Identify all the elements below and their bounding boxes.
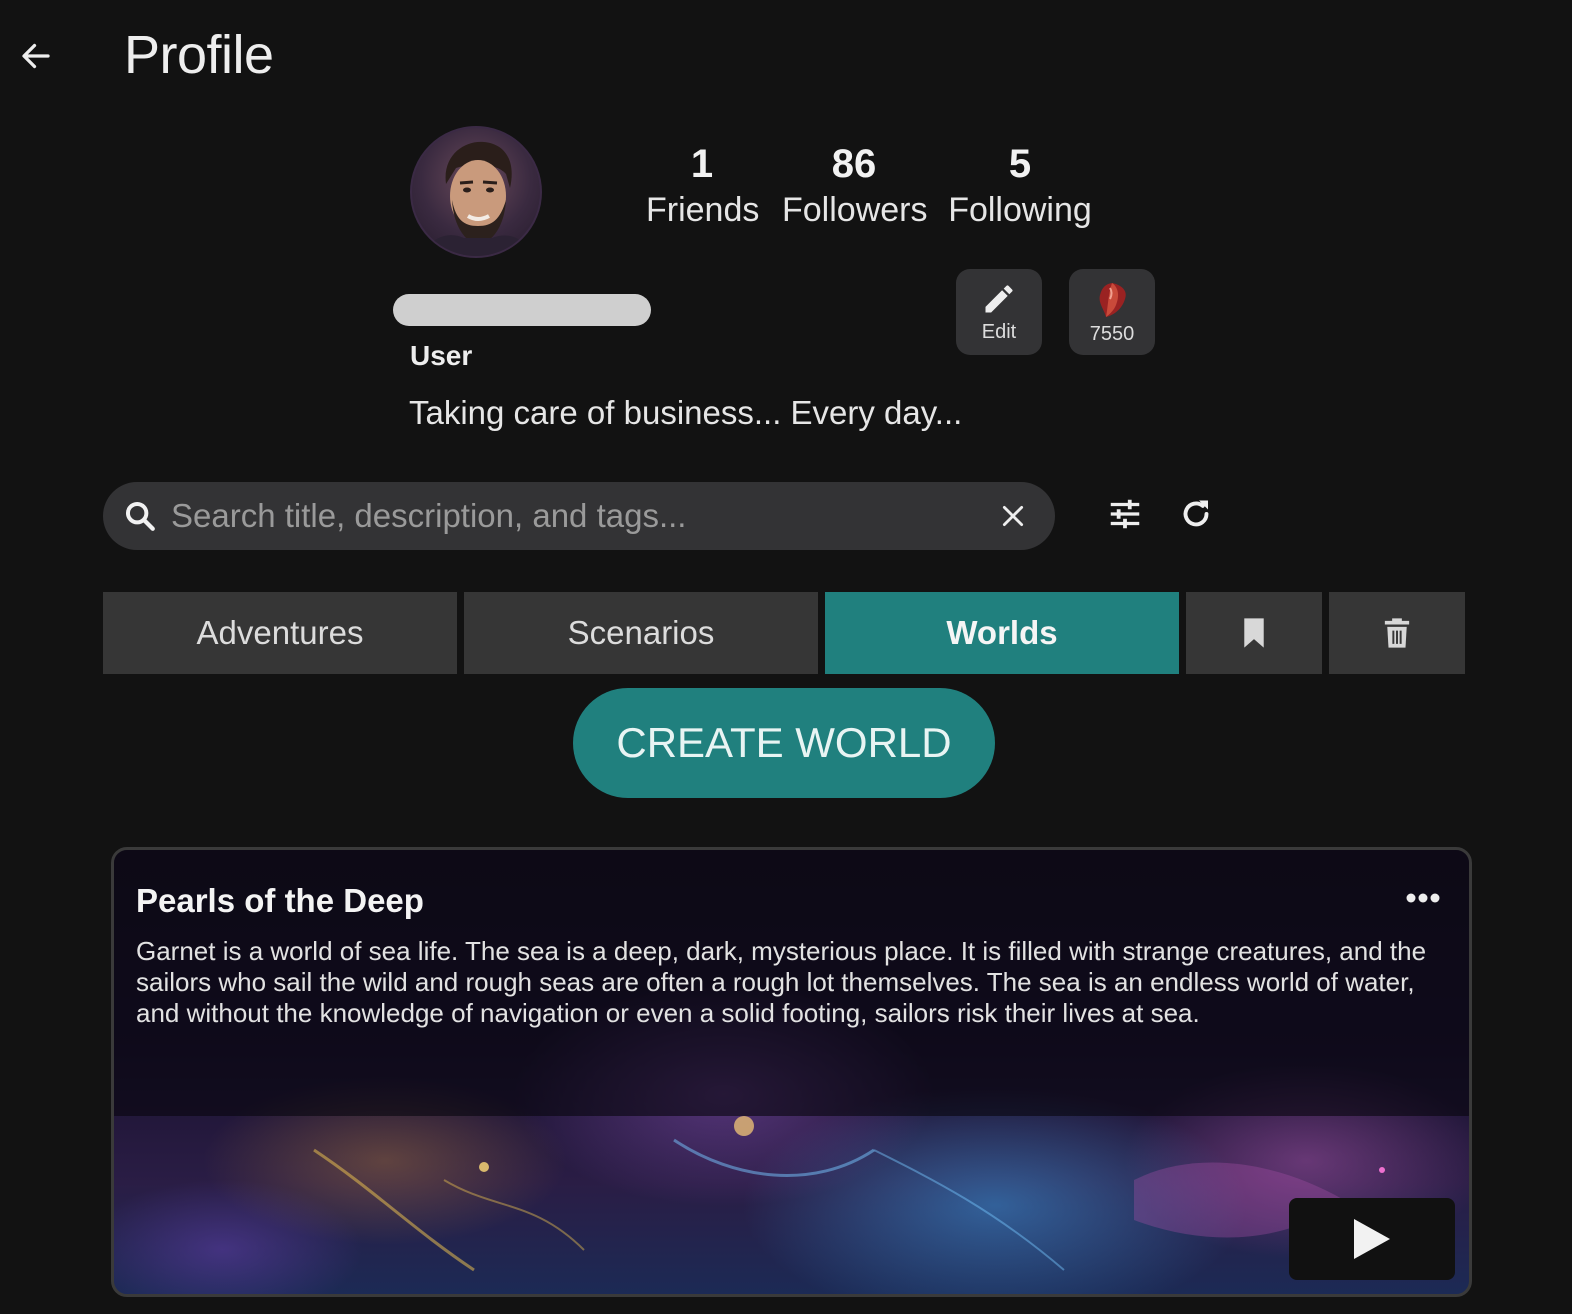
currency-button[interactable]: 7550 xyxy=(1069,269,1155,355)
edit-profile-button[interactable]: Edit xyxy=(956,269,1042,355)
bookmark-icon xyxy=(1244,618,1264,648)
stat-label: Following xyxy=(948,191,1092,229)
page-title: Profile xyxy=(124,25,274,85)
stat-followers[interactable]: 86 Followers xyxy=(782,142,928,232)
user-avatar-icon xyxy=(422,141,532,256)
trash-icon xyxy=(1384,618,1410,648)
gem-icon xyxy=(1099,282,1126,317)
profile-page: Profile 1 Friends 86 Followers 5 Followi… xyxy=(0,0,1572,1314)
currency-value: 7550 xyxy=(1089,322,1135,345)
stat-value: 5 xyxy=(1008,142,1032,186)
refresh-icon xyxy=(1183,500,1209,527)
pencil-icon xyxy=(985,284,1013,312)
search-bar xyxy=(103,482,1055,550)
card-description: Garnet is a world of sea life. The sea i… xyxy=(136,936,1427,1028)
card-title: Pearls of the Deep xyxy=(136,882,424,919)
tab-trash[interactable] xyxy=(1329,592,1465,674)
user-role: User xyxy=(410,340,473,371)
back-button[interactable] xyxy=(14,34,58,78)
stat-value: 86 xyxy=(831,142,877,186)
ellipsis-icon xyxy=(1406,893,1440,903)
more-options-button[interactable] xyxy=(1403,888,1443,908)
search-icon xyxy=(123,499,157,533)
play-icon xyxy=(1354,1219,1390,1259)
arrow-left-icon xyxy=(22,43,50,69)
play-button[interactable] xyxy=(1289,1198,1455,1280)
tab-worlds[interactable]: Worlds xyxy=(825,592,1179,674)
create-world-button[interactable]: CREATE WORLD xyxy=(573,688,995,798)
refresh-button[interactable] xyxy=(1168,486,1224,542)
stat-value: 1 xyxy=(690,142,714,186)
tab-adventures[interactable]: Adventures xyxy=(103,592,457,674)
tab-scenarios[interactable]: Scenarios xyxy=(464,592,818,674)
clear-search-button[interactable] xyxy=(993,496,1033,536)
edit-label: Edit xyxy=(981,320,1017,343)
user-bio: Taking care of business... Every day... xyxy=(409,394,963,431)
stat-label: Friends xyxy=(646,191,760,229)
avatar[interactable] xyxy=(410,126,542,258)
tab-bookmarks[interactable] xyxy=(1186,592,1322,674)
search-input[interactable] xyxy=(169,485,993,547)
close-icon xyxy=(1002,505,1024,527)
filter-button[interactable] xyxy=(1097,486,1153,542)
stat-friends[interactable]: 1 Friends xyxy=(646,142,760,232)
sliders-icon xyxy=(1110,499,1140,529)
world-card[interactable]: Pearls of the Deep Garnet is a world of … xyxy=(111,847,1472,1297)
stat-label: Followers xyxy=(782,191,928,229)
stat-following[interactable]: 5 Following xyxy=(948,142,1092,232)
username-redacted xyxy=(393,294,651,326)
